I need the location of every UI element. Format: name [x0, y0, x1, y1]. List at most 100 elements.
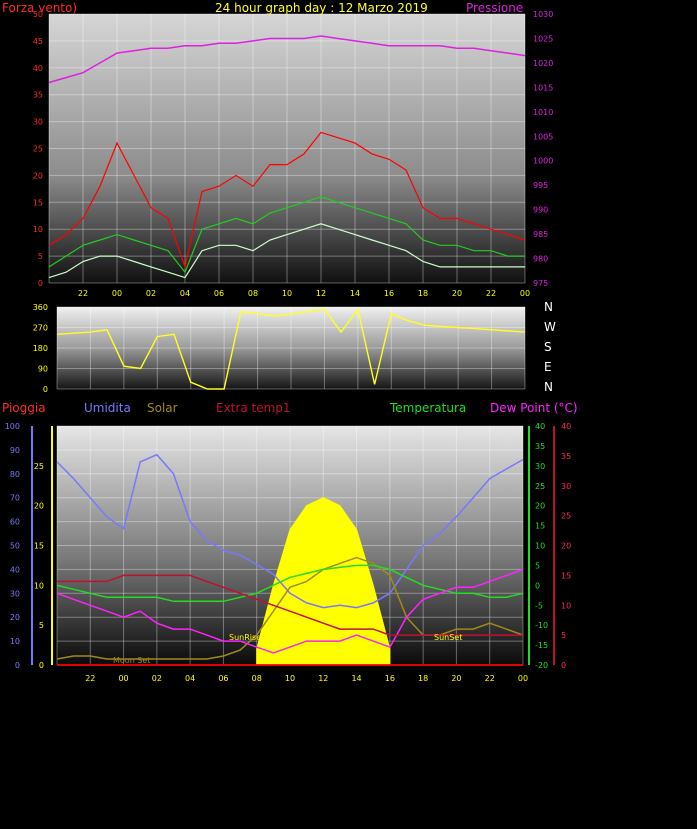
- moonset-label: Moon Set: [113, 656, 151, 665]
- dew-point-tick: 30: [561, 482, 571, 491]
- direction-tick: 270: [33, 324, 48, 333]
- temperature-tick: 0: [535, 581, 540, 590]
- legend-rain: Pioggia: [2, 401, 46, 415]
- temperature-tick: 20: [535, 502, 545, 511]
- humidity-tick: 30: [10, 589, 20, 598]
- temperature-tick: 30: [535, 462, 545, 471]
- temperature-tick: 5: [535, 561, 540, 570]
- x-axis-hour-label: 06: [214, 289, 224, 298]
- temperature-tick: -5: [535, 601, 543, 610]
- x-axis-hour-label: 16: [384, 289, 394, 298]
- temperature-tick: -15: [535, 641, 548, 650]
- sunrise-label: SunRise: [229, 633, 262, 642]
- humidity-tick: 0: [15, 661, 20, 670]
- x-axis-hour-label: 00: [518, 674, 528, 683]
- x-axis-hour-label: 04: [185, 674, 195, 683]
- pressure-tick: 990: [533, 206, 548, 215]
- x-axis-hour-label: 14: [350, 289, 360, 298]
- pressure-tick: 995: [533, 181, 548, 190]
- dew-point-tick: 0: [561, 661, 566, 670]
- rain-tick: 0: [39, 661, 44, 670]
- x-axis-hour-label: 22: [85, 674, 95, 683]
- x-axis-hour-label: 20: [451, 674, 461, 683]
- wind-speed-tick: 30: [33, 118, 43, 127]
- rain-tick: 20: [34, 502, 44, 511]
- wind-speed-tick: 25: [33, 145, 43, 154]
- x-axis-hour-label: 06: [218, 674, 228, 683]
- temperature-tick: 40: [535, 422, 545, 431]
- x-axis-hour-label: 00: [520, 289, 530, 298]
- x-axis-hour-label: 18: [418, 674, 428, 683]
- humidity-tick: 100: [5, 422, 20, 431]
- wind-speed-tick: 15: [33, 198, 43, 207]
- pressure-tick: 1030: [533, 10, 553, 19]
- rain-tick: 10: [34, 581, 44, 590]
- humidity-tick: 60: [10, 518, 20, 527]
- pressure-tick: 1015: [533, 83, 553, 92]
- dew-point-tick: 25: [561, 512, 571, 521]
- pressure-tick: 1000: [533, 157, 553, 166]
- dew-point-tick: 15: [561, 571, 571, 580]
- sunset-label: SunSet: [434, 633, 463, 642]
- humidity-tick: 20: [10, 613, 20, 622]
- compass-n-top: N: [544, 300, 553, 314]
- temperature-tick: 10: [535, 542, 545, 551]
- compass-w: W: [544, 320, 556, 334]
- temperature-tick: -20: [535, 661, 548, 670]
- rain-tick: 15: [34, 542, 44, 551]
- compass-s: S: [544, 340, 552, 354]
- wind-speed-tick: 45: [33, 37, 43, 46]
- x-axis-hour-label: 18: [418, 289, 428, 298]
- x-axis-hour-label: 12: [318, 674, 328, 683]
- rain-tick: 5: [39, 621, 44, 630]
- temperature-tick: 15: [535, 522, 545, 531]
- wind-speed-tick: 40: [33, 64, 43, 73]
- legend-solar: Solar: [147, 401, 178, 415]
- dew-point-tick: 35: [561, 452, 571, 461]
- dew-point-tick: 10: [561, 601, 571, 610]
- dew-point-tick: 20: [561, 542, 571, 551]
- pressure-tick: 1020: [533, 59, 553, 68]
- humidity-tick: 50: [10, 542, 20, 551]
- direction-tick: 180: [33, 344, 48, 353]
- direction-tick: 90: [38, 365, 48, 374]
- x-axis-hour-label: 22: [78, 289, 88, 298]
- wind-speed-tick: 20: [33, 171, 43, 180]
- temperature-tick: -10: [535, 621, 548, 630]
- wind-speed-tick: 0: [38, 279, 43, 288]
- pressure-tick: 1010: [533, 108, 553, 117]
- pressure-tick: 1005: [533, 132, 553, 141]
- dew-point-tick: 40: [561, 422, 571, 431]
- wind-speed-tick: 35: [33, 91, 43, 100]
- pressure-tick: 1025: [533, 34, 553, 43]
- x-axis-hour-label: 00: [112, 289, 122, 298]
- x-axis-hour-label: 02: [152, 674, 162, 683]
- compass-n-bottom: N: [544, 380, 553, 394]
- x-axis-hour-label: 08: [248, 289, 258, 298]
- x-axis-hour-label: 22: [486, 289, 496, 298]
- humidity-tick: 10: [10, 637, 20, 646]
- legend-extra-temp: Extra temp1: [216, 401, 291, 415]
- graph-title: 24 hour graph day : 12 Marzo 2019: [215, 1, 428, 15]
- legend-dew-point: Dew Point (°C): [490, 401, 578, 415]
- dew-point-tick: 5: [561, 631, 566, 640]
- x-axis-hour-label: 12: [316, 289, 326, 298]
- humidity-tick: 90: [10, 446, 20, 455]
- pressure-tick: 975: [533, 279, 548, 288]
- rain-tick: 25: [34, 462, 44, 471]
- weather-graph: 0 5 10 15 20 25 30 35 40 45 50 975 980 985 990 995 1000 1…: [0, 0, 697, 825]
- x-axis-hour-label: 04: [180, 289, 190, 298]
- temperature-tick: 25: [535, 482, 545, 491]
- humidity-tick: 70: [10, 494, 20, 503]
- x-axis-hour-label: 10: [282, 289, 292, 298]
- wind-speed-tick: 5: [38, 252, 43, 261]
- temperature-tick: 35: [535, 442, 545, 451]
- x-axis-hour-label: 08: [252, 674, 262, 683]
- direction-tick: 360: [33, 303, 48, 312]
- x-axis-hour-label: 22: [485, 674, 495, 683]
- x-axis-hour-label: 20: [452, 289, 462, 298]
- direction-tick: 0: [43, 385, 48, 394]
- humidity-tick: 80: [10, 470, 20, 479]
- humidity-tick: 40: [10, 565, 20, 574]
- wind-speed-label: Forza vento): [2, 1, 78, 15]
